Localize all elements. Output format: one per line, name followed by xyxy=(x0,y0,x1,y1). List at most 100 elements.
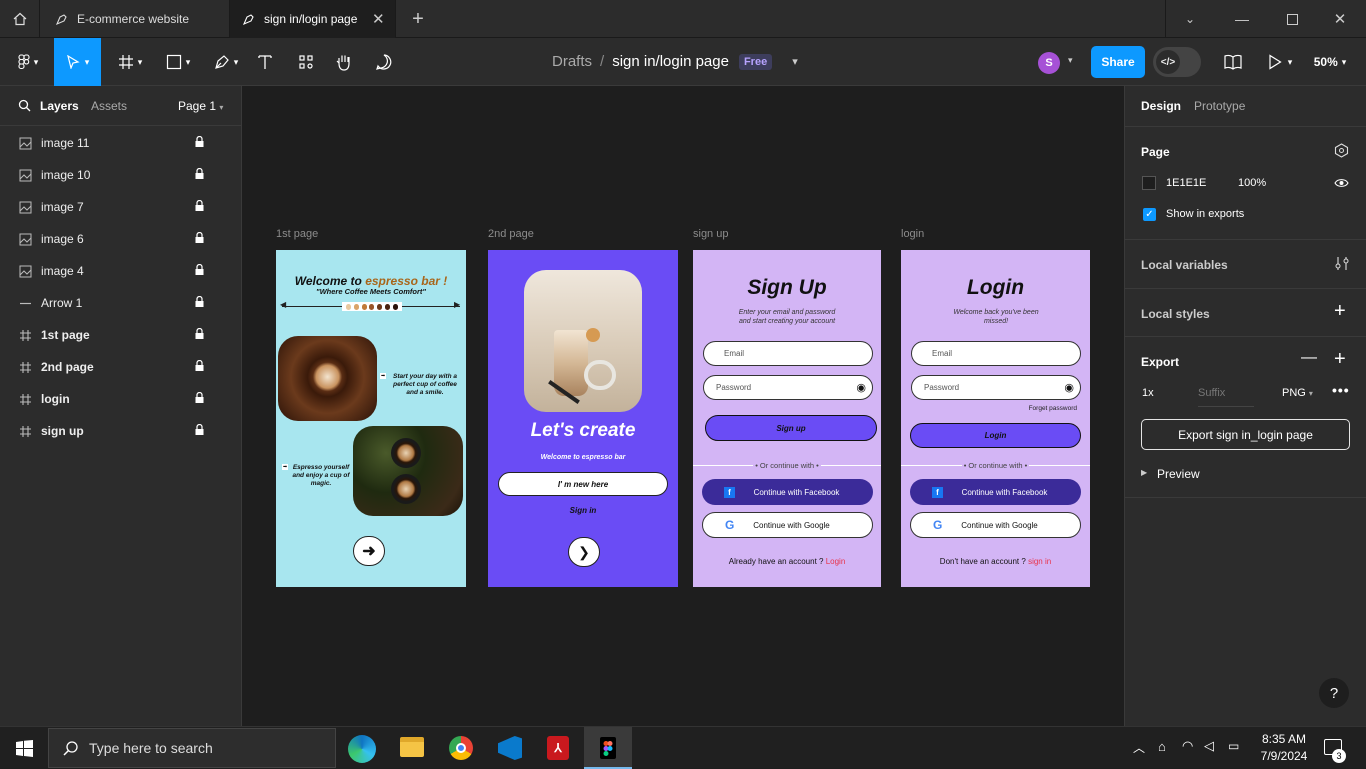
shape-tool[interactable]: ▾ xyxy=(158,38,198,86)
tab-ecommerce[interactable]: E-commerce website xyxy=(40,0,230,38)
volume-icon[interactable]: ◁ xyxy=(1204,738,1214,754)
eye-off-icon[interactable]: ◉ xyxy=(1064,381,1074,394)
lock-icon[interactable] xyxy=(195,327,204,342)
figma-taskbar-button[interactable] xyxy=(584,727,632,769)
clock[interactable]: 8:35 AM 7/9/2024 xyxy=(1252,731,1316,765)
layer-row[interactable]: image 10 xyxy=(0,159,241,191)
lock-icon[interactable] xyxy=(195,295,204,310)
export-button[interactable]: Export sign in_login page xyxy=(1141,419,1350,450)
email-field[interactable]: Email xyxy=(703,341,873,366)
password-field[interactable]: Password ◉ xyxy=(703,375,873,400)
layer-row[interactable]: image 4 xyxy=(0,255,241,287)
continue-google-button[interactable]: G Continue with Google xyxy=(910,512,1081,538)
layer-row[interactable]: Arrow 1 xyxy=(0,287,241,319)
battery-icon[interactable]: ▭ xyxy=(1228,739,1239,753)
frame-label-login[interactable]: login xyxy=(901,228,924,240)
present-button[interactable]: ▾ xyxy=(1262,38,1298,86)
more-options-icon[interactable]: ••• xyxy=(1332,382,1350,398)
lock-icon[interactable] xyxy=(195,199,204,214)
eye-off-icon[interactable]: ◉ xyxy=(856,381,866,394)
pen-tool[interactable]: ▾ xyxy=(206,38,246,86)
layer-row[interactable]: image 6 xyxy=(0,223,241,255)
new-tab-button[interactable]: + xyxy=(396,0,440,38)
tab-assets[interactable]: Assets xyxy=(91,99,127,113)
camera-icon[interactable]: ⌂ xyxy=(1158,739,1166,754)
avatar[interactable]: S xyxy=(1038,52,1060,74)
frame-sign-up[interactable]: Sign Up Enter your email and password an… xyxy=(693,250,881,587)
remove-export-icon[interactable]: — xyxy=(1301,349,1317,367)
breadcrumb-drafts[interactable]: Drafts xyxy=(552,53,592,70)
layer-row[interactable]: 2nd page xyxy=(0,351,241,383)
login-button[interactable]: Login xyxy=(910,423,1081,448)
file-name[interactable]: sign in/login page xyxy=(612,53,729,70)
share-button[interactable]: Share xyxy=(1091,46,1145,78)
frame-1st-page[interactable]: Welcome to espresso bar ! "Where Coffee … xyxy=(276,250,466,587)
tab-design[interactable]: Design xyxy=(1141,99,1181,113)
text-tool[interactable] xyxy=(252,38,278,86)
page-opacity[interactable]: 100% xyxy=(1238,177,1266,189)
variables-settings-icon[interactable] xyxy=(1335,256,1349,271)
page-color-hex[interactable]: 1E1E1E xyxy=(1166,177,1206,189)
next-arrow-button[interactable]: ➜ xyxy=(353,536,385,566)
acrobat-icon[interactable]: ⅄ xyxy=(547,736,569,760)
tab-layers[interactable]: Layers xyxy=(40,99,79,113)
wifi-icon[interactable]: ◠ xyxy=(1182,738,1193,754)
close-icon[interactable]: ✕ xyxy=(372,10,385,28)
frame-label-sign-up[interactable]: sign up xyxy=(693,228,728,240)
lock-icon[interactable] xyxy=(195,231,204,246)
chevron-right-icon[interactable]: ▶ xyxy=(1141,468,1147,477)
lock-icon[interactable] xyxy=(195,423,204,438)
sign-in-link[interactable]: Sign in xyxy=(488,506,678,515)
page-selector[interactable]: Page 1 ▾ xyxy=(178,99,223,113)
frame-tool[interactable]: ▾ xyxy=(110,38,150,86)
layer-row[interactable]: login xyxy=(0,383,241,415)
maximize-button[interactable] xyxy=(1270,0,1314,38)
comment-tool[interactable] xyxy=(370,38,398,86)
email-field[interactable]: Email xyxy=(911,341,1081,366)
lock-icon[interactable] xyxy=(195,391,204,406)
continue-google-button[interactable]: G Continue with Google xyxy=(702,512,873,538)
layer-row[interactable]: sign up xyxy=(0,415,241,447)
page-color-swatch[interactable] xyxy=(1142,176,1156,190)
lock-icon[interactable] xyxy=(195,263,204,278)
continue-facebook-button[interactable]: f Continue with Facebook xyxy=(910,479,1081,505)
page-style-icon[interactable] xyxy=(1334,143,1349,158)
next-arrow-button[interactable]: ❯ xyxy=(568,537,600,567)
continue-facebook-button[interactable]: f Continue with Facebook xyxy=(702,479,873,505)
local-variables-section[interactable]: Local variables xyxy=(1125,240,1366,289)
canvas[interactable]: 1st page Welcome to espresso bar ! "Wher… xyxy=(242,86,1124,726)
eye-icon[interactable] xyxy=(1334,177,1349,189)
lock-icon[interactable] xyxy=(195,167,204,182)
add-export-icon[interactable]: + xyxy=(1334,348,1346,371)
taskbar-search[interactable]: Type here to search xyxy=(48,728,336,768)
plan-badge[interactable]: Free xyxy=(738,53,773,70)
frame-label-1st-page[interactable]: 1st page xyxy=(276,228,318,240)
layer-row[interactable]: image 7 xyxy=(0,191,241,223)
export-scale[interactable]: 1x xyxy=(1142,387,1154,399)
vscode-icon[interactable] xyxy=(498,736,522,760)
help-button[interactable]: ? xyxy=(1319,678,1349,708)
move-tool[interactable]: ▾ xyxy=(54,38,101,86)
im-new-here-button[interactable]: I' m new here xyxy=(498,472,668,496)
lock-icon[interactable] xyxy=(195,359,204,374)
show-hidden-icons[interactable]: ︿ xyxy=(1133,739,1145,756)
forget-password-link[interactable]: Forget password xyxy=(1001,405,1077,412)
export-format-select[interactable]: PNG ▾ xyxy=(1282,387,1313,399)
preview-toggle[interactable]: Preview xyxy=(1157,467,1200,481)
frame-label-2nd-page[interactable]: 2nd page xyxy=(488,228,534,240)
start-button[interactable] xyxy=(0,727,48,769)
main-menu-button[interactable]: ▾ xyxy=(8,38,48,86)
layer-row[interactable]: image 11 xyxy=(0,127,241,159)
show-exports-checkbox[interactable]: ✓ xyxy=(1143,208,1156,221)
zoom-menu[interactable]: 50% ▾ xyxy=(1308,38,1352,86)
minimize-button[interactable]: — xyxy=(1220,0,1264,38)
dev-mode-toggle[interactable]: </> xyxy=(1153,47,1201,77)
home-tab[interactable] xyxy=(0,0,40,38)
lock-icon[interactable] xyxy=(195,135,204,150)
chevron-down-icon[interactable]: ▾ xyxy=(1068,55,1073,66)
resources-tool[interactable] xyxy=(292,38,320,86)
chrome-icon[interactable] xyxy=(449,736,473,760)
window-close-button[interactable]: ✕ xyxy=(1318,0,1362,38)
tab-prototype[interactable]: Prototype xyxy=(1194,99,1245,113)
library-button[interactable] xyxy=(1220,38,1246,86)
